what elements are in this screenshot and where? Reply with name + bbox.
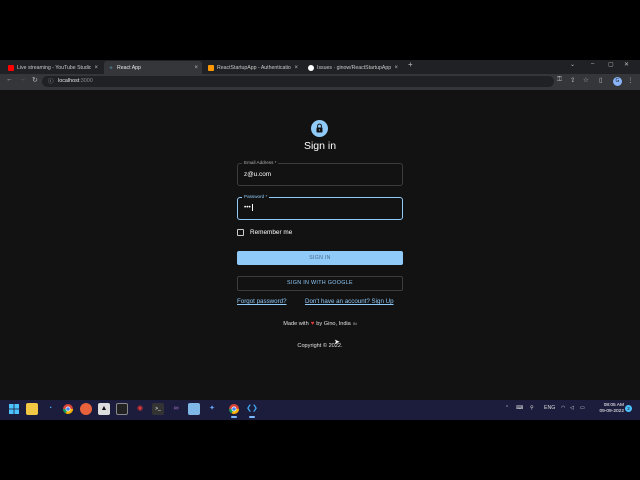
firebase-icon: [208, 64, 214, 71]
visual-studio-icon[interactable]: ∞: [170, 403, 182, 415]
tab-auth-docs[interactable]: ReactStartupApp - Authenticatio ×: [204, 61, 302, 74]
screen: Live streaming - YouTube Studio × ⚛ Reac…: [0, 0, 640, 480]
tab-react-app[interactable]: ⚛ React App ×: [104, 61, 202, 74]
checkbox-icon[interactable]: [237, 228, 244, 236]
obs-icon[interactable]: ◉: [134, 403, 146, 415]
site-info-icon[interactable]: ⓘ: [48, 77, 54, 85]
chrome-active-icon[interactable]: [228, 403, 240, 418]
address-bar[interactable]: [42, 76, 554, 87]
remember-me-label: Remember me: [250, 228, 293, 236]
tab-label: Live streaming - YouTube Studio: [17, 64, 92, 71]
sign-in-with-google-button[interactable]: SIGN IN WITH GOOGLE: [237, 276, 403, 291]
email-value[interactable]: z@u.com: [244, 171, 271, 178]
microphone-icon[interactable]: ⚲: [530, 405, 534, 411]
letterbox-bottom: [0, 420, 640, 480]
terminal-icon[interactable]: [116, 403, 128, 415]
close-tab-icon[interactable]: ×: [394, 65, 398, 71]
new-tab-button[interactable]: +: [408, 60, 413, 69]
taskbar-clock[interactable]: 08:05 AM 09-09-2022: [592, 403, 624, 415]
menu-kebab-icon[interactable]: ⋮: [627, 76, 634, 84]
sign-in-button[interactable]: SIGN IN: [237, 251, 403, 265]
password-dots: •••: [244, 204, 251, 212]
india-flag: IN: [352, 321, 357, 326]
made-with-prefix: Made with: [283, 321, 309, 327]
photos-icon[interactable]: ▲: [98, 403, 110, 415]
remember-me-checkbox[interactable]: Remember me: [237, 227, 292, 237]
email-field[interactable]: Email Address * z@u.com: [237, 160, 403, 186]
lock-icon: [311, 120, 328, 137]
vscode-icon[interactable]: ❮❯: [246, 403, 258, 418]
edge-icon[interactable]: ◔: [44, 403, 56, 415]
file-explorer-icon[interactable]: [26, 403, 38, 415]
side-panel-icon[interactable]: ▯: [599, 76, 603, 84]
tab-label: Issues · ginow/ReactStartupApp: [317, 64, 392, 71]
mouse-cursor-icon: ➤: [334, 339, 340, 346]
input-language[interactable]: ENG: [544, 405, 555, 411]
key-icon[interactable]: ⚿: [557, 76, 562, 84]
keyboard-icon[interactable]: ⌨: [516, 405, 524, 411]
notepad-icon[interactable]: [188, 403, 200, 415]
email-label: Email Address *: [242, 160, 279, 166]
url-text: localhost:3000: [58, 77, 93, 86]
tab-label: React App: [117, 64, 141, 71]
react-icon: ⚛: [109, 65, 113, 70]
copyright-text: Copyright © 2022.: [297, 343, 343, 349]
minimize-icon[interactable]: –: [591, 61, 594, 67]
tab-label: ReactStartupApp - Authenticatio: [217, 64, 291, 71]
forgot-password-link[interactable]: Forgot password?: [237, 298, 287, 305]
profile-avatar[interactable]: G: [613, 77, 622, 86]
wifi-icon[interactable]: ◠: [561, 405, 566, 411]
github-icon: [308, 64, 314, 71]
tab-github-issues[interactable]: Issues · ginow/ReactStartupApp ×: [304, 61, 402, 74]
heart-icon: ♥: [310, 321, 315, 327]
text-caret: [251, 204, 253, 211]
vpn-icon[interactable]: ✦: [206, 403, 218, 415]
battery-icon[interactable]: ▭: [580, 405, 585, 411]
made-with-footer: Made with ♥ by Gino, India IN: [0, 321, 640, 327]
clock-date: 09-09-2022: [599, 409, 624, 414]
sign-up-link[interactable]: Don't have an account? Sign Up: [305, 298, 394, 305]
back-arrow-icon[interactable]: ←: [6, 76, 13, 83]
forward-arrow-icon[interactable]: →: [19, 76, 26, 83]
made-with-suffix: by Gino, India: [316, 321, 351, 327]
page-title: Sign in: [303, 140, 337, 152]
windows-start-icon[interactable]: [8, 403, 20, 415]
password-value[interactable]: •••: [244, 204, 253, 212]
reload-icon[interactable]: ↻: [32, 76, 38, 84]
postman-icon[interactable]: [80, 403, 92, 415]
tab-youtube-studio[interactable]: Live streaming - YouTube Studio ×: [4, 61, 102, 74]
letterbox-top: [0, 0, 640, 60]
close-window-icon[interactable]: ✕: [624, 61, 629, 68]
youtube-icon: [8, 64, 14, 71]
chrome-icon[interactable]: [62, 403, 74, 415]
volume-icon[interactable]: ◁: [570, 405, 574, 411]
url-port: :3000: [79, 78, 93, 84]
notification-badge[interactable]: 2: [625, 405, 632, 412]
tab-search-icon[interactable]: ⌄: [570, 61, 575, 68]
maximize-icon[interactable]: ▢: [608, 61, 614, 68]
console-icon[interactable]: >_: [152, 403, 164, 415]
url-host: localhost: [58, 78, 80, 84]
close-tab-icon[interactable]: ×: [294, 65, 298, 71]
bookmark-star-icon[interactable]: ☆: [583, 76, 589, 84]
tray-chevron-icon[interactable]: ⌃: [505, 405, 509, 411]
share-icon[interactable]: ⇪: [570, 76, 575, 84]
password-field[interactable]: Password * •••: [237, 194, 403, 220]
close-tab-icon[interactable]: ×: [194, 65, 198, 71]
close-tab-icon[interactable]: ×: [94, 65, 98, 71]
password-label: Password *: [242, 194, 270, 200]
